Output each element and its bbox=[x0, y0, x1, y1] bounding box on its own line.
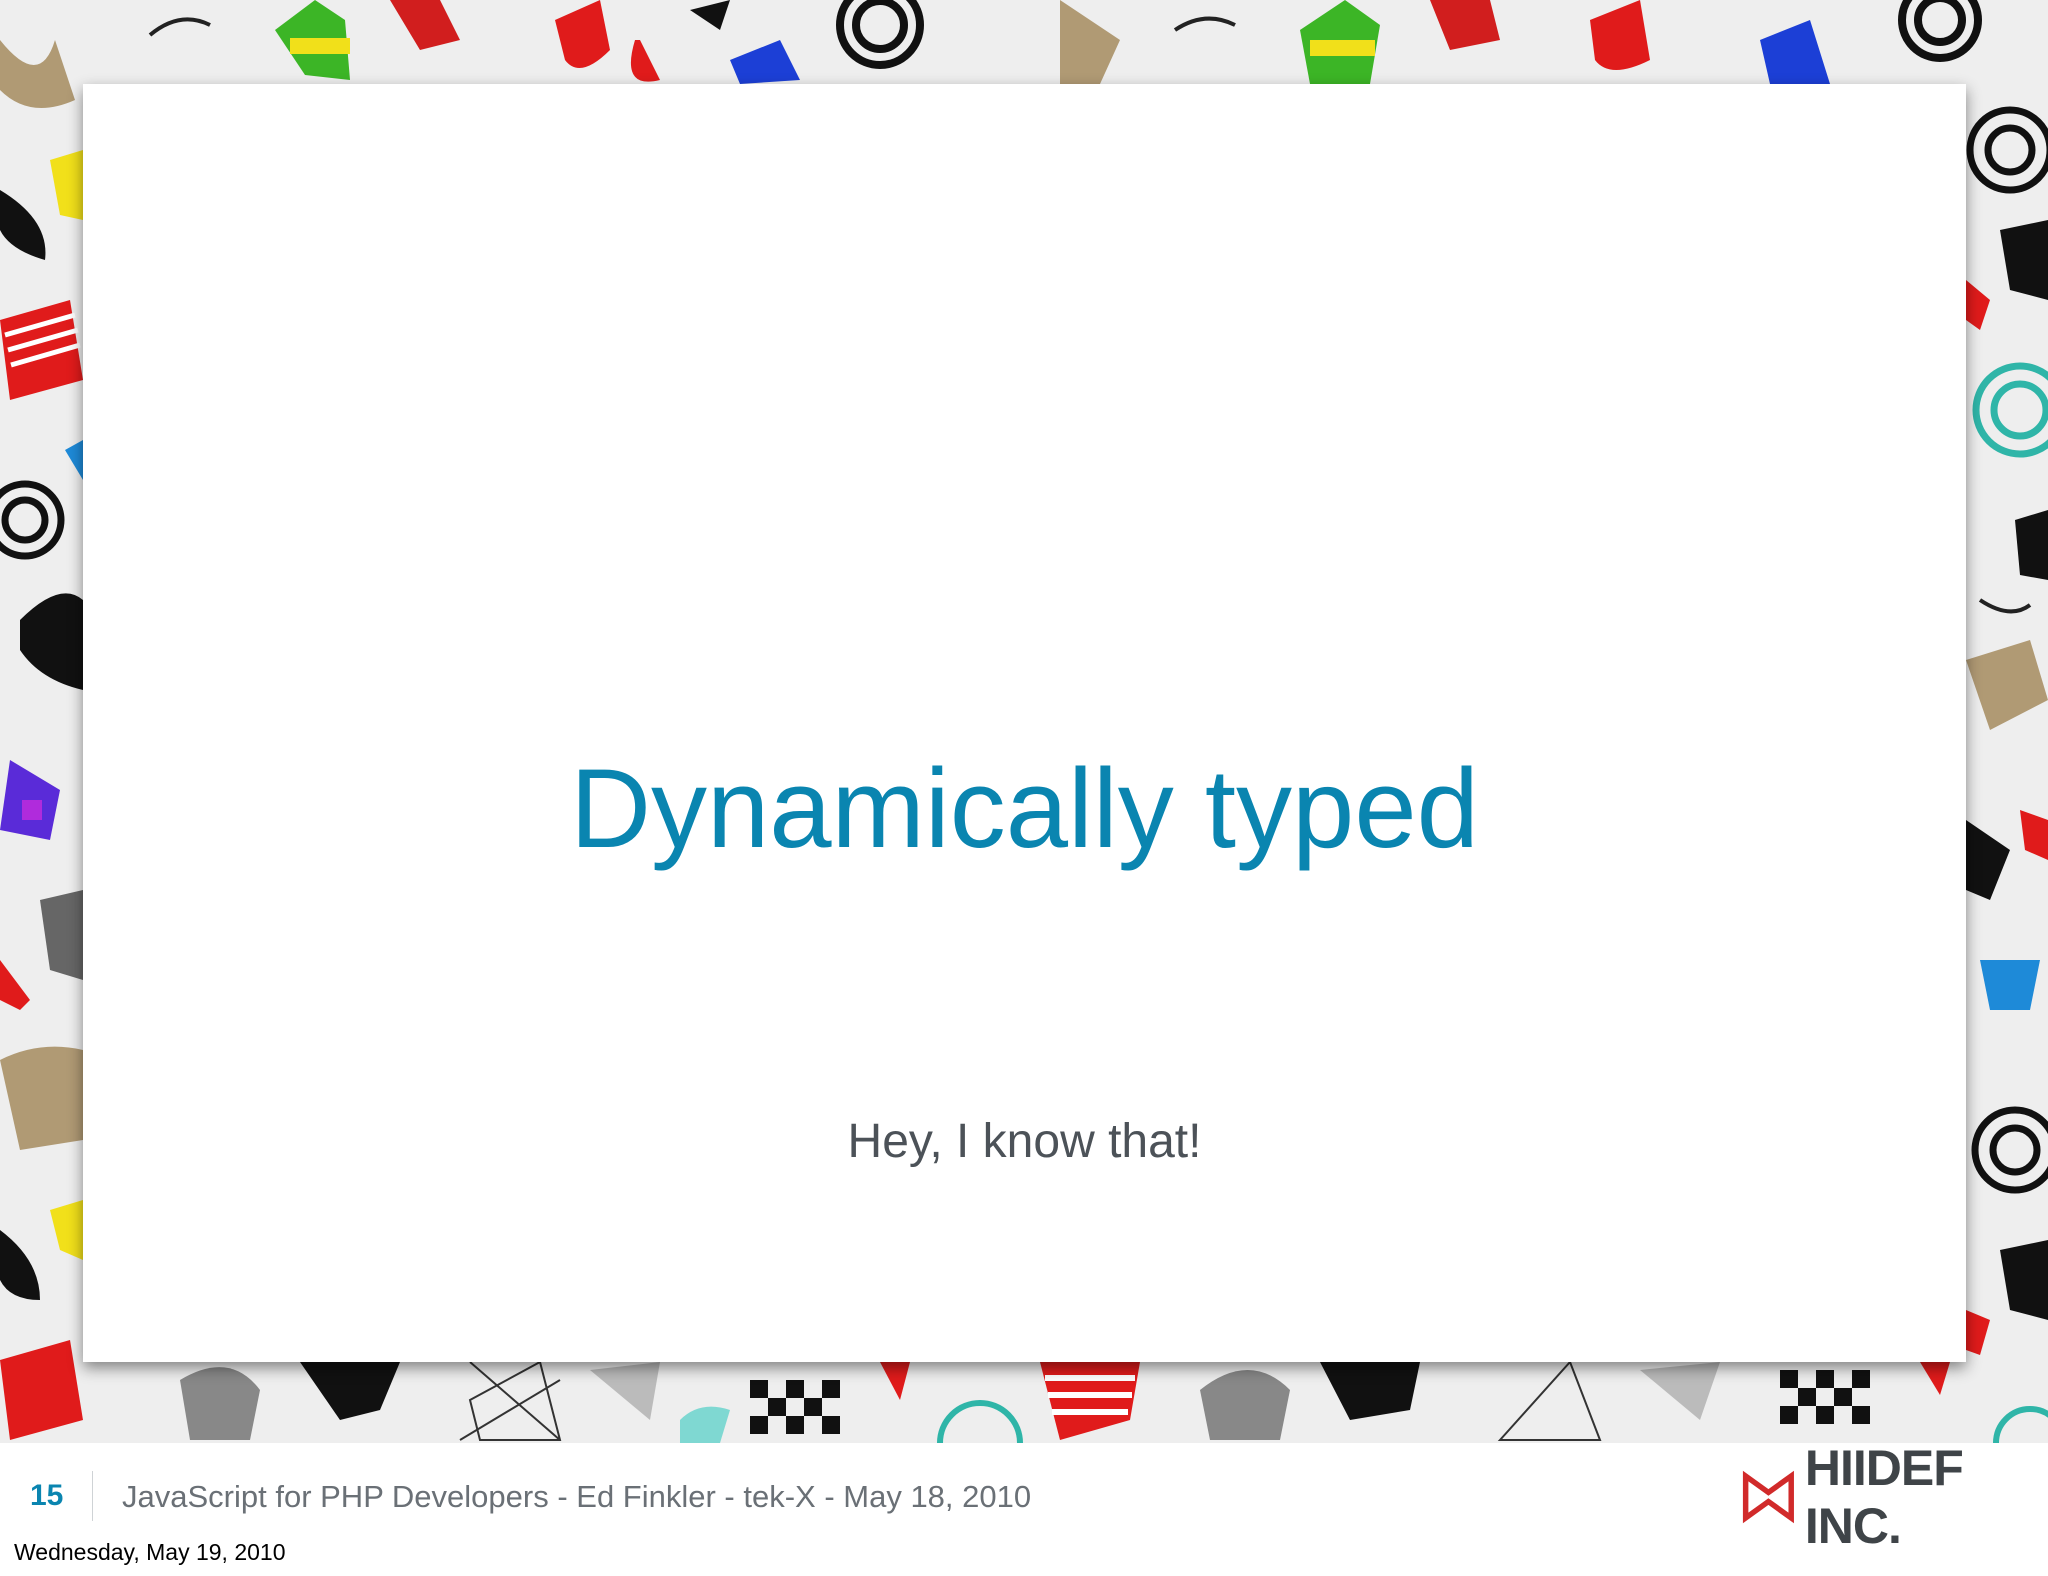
brand-logo: HIIDEF INC. bbox=[1742, 1440, 2048, 1554]
hiidef-logo-icon bbox=[1742, 1470, 1794, 1524]
footer-bar: 15 JavaScript for PHP Developers - Ed Fi… bbox=[0, 1440, 2048, 1576]
bowtie-motif-left bbox=[0, 150, 83, 1440]
slide-title: Dynamically typed bbox=[570, 746, 1479, 871]
footer-caption: JavaScript for PHP Developers - Ed Finkl… bbox=[122, 1479, 1032, 1514]
bowtie-motif-bottom bbox=[180, 1360, 2048, 1443]
footer-divider bbox=[92, 1471, 93, 1521]
slide-card: Dynamically typed Hey, I know that! bbox=[83, 84, 1966, 1362]
slide-subtitle: Hey, I know that! bbox=[847, 1115, 1202, 1168]
bowtie-motif-right bbox=[1966, 106, 2048, 1355]
slide-number: 15 bbox=[30, 1479, 64, 1512]
date-stamp: Wednesday, May 19, 2010 bbox=[14, 1539, 286, 1565]
brand-name: HIIDEF INC. bbox=[1804, 1440, 1964, 1554]
